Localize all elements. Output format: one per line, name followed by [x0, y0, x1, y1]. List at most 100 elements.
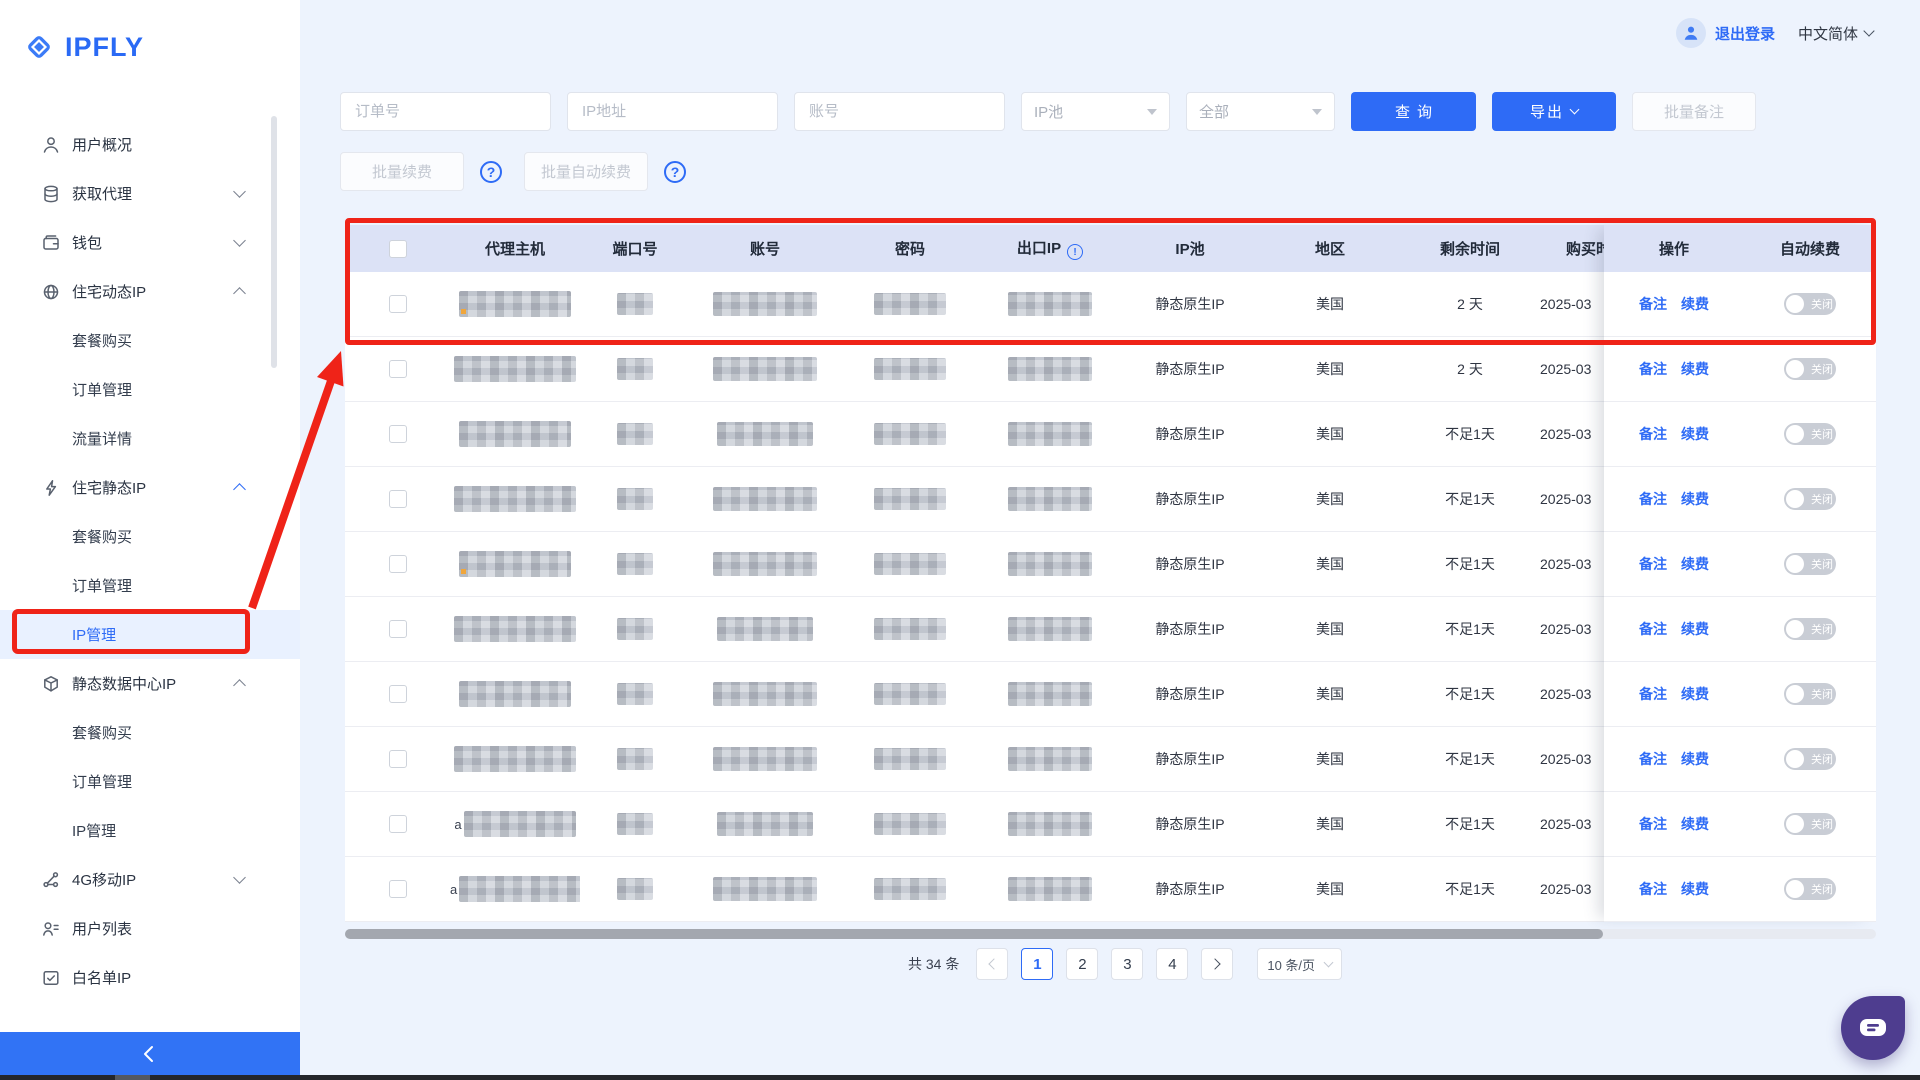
renew-link[interactable]: 续费 — [1681, 556, 1709, 572]
renew-link[interactable]: 续费 — [1681, 621, 1709, 637]
renew-link[interactable]: 续费 — [1681, 686, 1709, 702]
note-link[interactable]: 备注 — [1639, 881, 1667, 897]
language-selector[interactable]: 中文简体 — [1798, 23, 1873, 44]
help-icon[interactable]: ? — [480, 161, 502, 183]
ip-pool-value: 静态原生IP — [1120, 684, 1260, 704]
auto-renew-toggle[interactable]: 关闭 — [1784, 813, 1836, 835]
row-checkbox[interactable] — [389, 685, 407, 703]
help-icon[interactable]: ? — [664, 161, 686, 183]
page-button-1[interactable]: 1 — [1021, 948, 1053, 980]
auto-renew-toggle[interactable]: 关闭 — [1784, 553, 1836, 575]
prev-page-button[interactable] — [976, 948, 1008, 980]
ip-pool-select-placeholder: IP池 — [1034, 101, 1063, 122]
sidebar-item-get-proxy[interactable]: 获取代理 — [0, 169, 300, 218]
sidebar-collapse-button[interactable] — [0, 1032, 300, 1075]
auto-renew-toggle[interactable]: 关闭 — [1784, 878, 1836, 900]
sidebar-item-dc-ip-mgmt[interactable]: IP管理 — [0, 806, 300, 855]
sidebar-menu: 用户概况获取代理钱包住宅动态IP套餐购买订单管理流量详情住宅静态IP套餐购买订单… — [0, 120, 300, 1002]
sidebar-item-dc-plan-purchase[interactable]: 套餐购买 — [0, 708, 300, 757]
ip-pool-value: 静态原生IP — [1120, 294, 1260, 314]
auto-renew-toggle[interactable]: 关闭 — [1784, 358, 1836, 380]
sidebar-item-static-datacenter[interactable]: 静态数据中心IP — [0, 659, 300, 708]
note-link[interactable]: 备注 — [1639, 686, 1667, 702]
renew-link[interactable]: 续费 — [1681, 751, 1709, 767]
order-number-input[interactable] — [340, 92, 551, 131]
note-link[interactable]: 备注 — [1639, 426, 1667, 442]
masked-exit-ip — [1008, 292, 1092, 316]
renew-link[interactable]: 续费 — [1681, 426, 1709, 442]
note-link[interactable]: 备注 — [1639, 361, 1667, 377]
page-button-3[interactable]: 3 — [1111, 948, 1143, 980]
row-checkbox[interactable] — [389, 295, 407, 313]
row-checkbox[interactable] — [389, 880, 407, 898]
sidebar-item-residential-static[interactable]: 住宅静态IP — [0, 463, 300, 512]
auto-renew-toggle[interactable]: 关闭 — [1784, 618, 1836, 640]
toggle-state-label: 关闭 — [1811, 881, 1833, 897]
sidebar-item-residential-dynamic[interactable]: 住宅动态IP — [0, 267, 300, 316]
renew-link[interactable]: 续费 — [1681, 816, 1709, 832]
auto-renew-toggle[interactable]: 关闭 — [1784, 748, 1836, 770]
caret-down-icon — [1312, 109, 1322, 120]
user-avatar[interactable] — [1676, 18, 1706, 48]
sidebar-item-rd-plan-purchase[interactable]: 套餐购买 — [0, 316, 300, 365]
sidebar-item-label: 白名单IP — [72, 967, 131, 988]
toggle-state-label: 关闭 — [1811, 426, 1833, 442]
sidebar-item-dc-order-mgmt[interactable]: 订单管理 — [0, 757, 300, 806]
col-account: 账号 — [690, 238, 840, 259]
auto-renew-toggle[interactable]: 关闭 — [1784, 423, 1836, 445]
row-checkbox[interactable] — [389, 750, 407, 768]
row-checkbox[interactable] — [389, 620, 407, 638]
next-page-button[interactable] — [1201, 948, 1233, 980]
ip-pool-value: 静态原生IP — [1120, 424, 1260, 444]
status-select[interactable]: 全部 — [1186, 92, 1335, 131]
info-icon[interactable]: ! — [1067, 244, 1083, 260]
renew-link[interactable]: 续费 — [1681, 361, 1709, 377]
renew-link[interactable]: 续费 — [1681, 296, 1709, 312]
auto-renew-toggle[interactable]: 关闭 — [1784, 293, 1836, 315]
scrollbar-thumb[interactable] — [345, 929, 1603, 939]
account-input[interactable] — [794, 92, 1005, 131]
masked-password — [874, 553, 946, 575]
sidebar-item-user-overview[interactable]: 用户概况 — [0, 120, 300, 169]
sidebar-item-rd-traffic-detail[interactable]: 流量详情 — [0, 414, 300, 463]
renew-link[interactable]: 续费 — [1681, 491, 1709, 507]
auto-renew-toggle[interactable]: 关闭 — [1784, 488, 1836, 510]
sidebar-item-rd-order-mgmt[interactable]: 订单管理 — [0, 365, 300, 414]
batch-renew-button[interactable]: 批量续费 — [340, 152, 464, 191]
logout-button[interactable]: 退出登录 — [1715, 23, 1775, 44]
ip-pool-select[interactable]: IP池 — [1021, 92, 1170, 131]
row-checkbox[interactable] — [389, 360, 407, 378]
fixed-panel-header: 操作 自动续费 — [1604, 225, 1876, 272]
note-link[interactable]: 备注 — [1639, 751, 1667, 767]
note-link[interactable]: 备注 — [1639, 816, 1667, 832]
row-checkbox[interactable] — [389, 555, 407, 573]
search-button[interactable]: 查询 — [1351, 92, 1476, 131]
batch-auto-renew-button[interactable]: 批量自动续费 — [524, 152, 648, 191]
renew-link[interactable]: 续费 — [1681, 881, 1709, 897]
sidebar-item-user-list[interactable]: 用户列表 — [0, 904, 300, 953]
fixed-panel-body: 备注续费关闭备注续费关闭备注续费关闭备注续费关闭备注续费关闭备注续费关闭备注续费… — [1604, 272, 1876, 922]
batch-note-button[interactable]: 批量备注 — [1632, 92, 1756, 131]
page-size-select[interactable]: 10 条/页 — [1257, 948, 1342, 980]
masked-exit-ip — [1008, 422, 1092, 446]
export-button[interactable]: 导出 — [1492, 92, 1616, 131]
sidebar-item-mobile-4g[interactable]: 4G移动IP — [0, 855, 300, 904]
sidebar-item-whitelist-ip[interactable]: 白名单IP — [0, 953, 300, 1002]
page-button-4[interactable]: 4 — [1156, 948, 1188, 980]
page-button-2[interactable]: 2 — [1066, 948, 1098, 980]
note-link[interactable]: 备注 — [1639, 491, 1667, 507]
sidebar-item-wallet[interactable]: 钱包 — [0, 218, 300, 267]
note-link[interactable]: 备注 — [1639, 556, 1667, 572]
select-all-checkbox[interactable] — [389, 240, 407, 258]
row-checkbox[interactable] — [389, 425, 407, 443]
row-checkbox[interactable] — [389, 815, 407, 833]
sidebar-item-rs-ip-mgmt[interactable]: IP管理 — [0, 610, 300, 659]
sidebar-item-rs-plan-purchase[interactable]: 套餐购买 — [0, 512, 300, 561]
note-link[interactable]: 备注 — [1639, 296, 1667, 312]
chat-support-button[interactable] — [1841, 996, 1905, 1060]
sidebar-item-rs-order-mgmt[interactable]: 订单管理 — [0, 561, 300, 610]
note-link[interactable]: 备注 — [1639, 621, 1667, 637]
auto-renew-toggle[interactable]: 关闭 — [1784, 683, 1836, 705]
ip-address-input[interactable] — [567, 92, 778, 131]
row-checkbox[interactable] — [389, 490, 407, 508]
